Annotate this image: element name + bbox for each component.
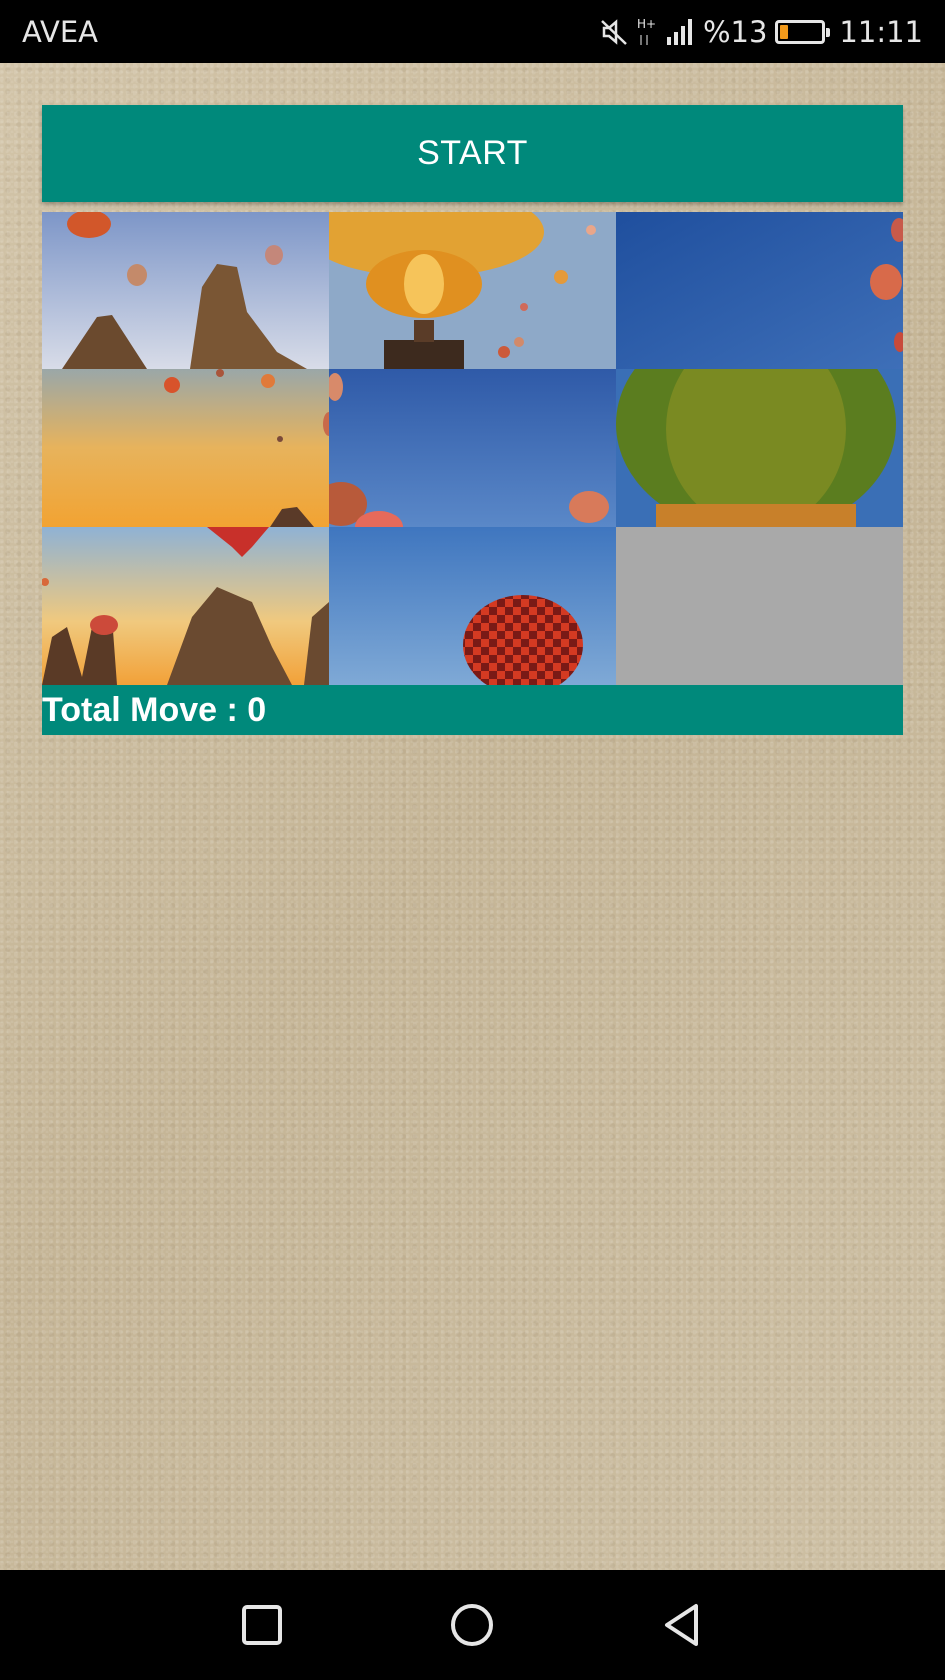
- puzzle-tile-8[interactable]: [329, 527, 616, 685]
- battery-icon: [775, 20, 831, 44]
- puzzle-tile-2[interactable]: [329, 212, 616, 369]
- start-button[interactable]: START: [42, 105, 903, 202]
- puzzle-tile-7[interactable]: [42, 527, 329, 685]
- puzzle-tile-4[interactable]: [42, 369, 329, 527]
- carrier-name: AVEA: [22, 15, 98, 49]
- battery-percent: %13: [702, 15, 768, 49]
- battery-level: [780, 25, 789, 39]
- moves-counter-bar: Total Move : 0: [42, 685, 903, 735]
- empty-tile[interactable]: [616, 527, 903, 685]
- puzzle-board: [42, 212, 903, 685]
- mute-icon: [599, 17, 629, 47]
- clock: 11:11: [839, 15, 923, 49]
- puzzle-tile-1[interactable]: [42, 212, 329, 369]
- navigation-bar: [0, 1570, 945, 1680]
- recents-square-icon[interactable]: [237, 1600, 287, 1650]
- network-label: H+: [637, 17, 656, 31]
- network-h-plus-icon: H+: [637, 15, 657, 49]
- total-moves-label: Total Move : 0: [42, 690, 267, 729]
- puzzle-screen: START Total Move: 0: [0, 63, 945, 1570]
- home-circle-icon[interactable]: [447, 1600, 497, 1650]
- status-bar: AVEA H+ %13 11:11: [0, 0, 945, 63]
- status-icons: H+ %13 11:11: [599, 12, 923, 52]
- back-triangle-icon[interactable]: [658, 1600, 708, 1650]
- signal-icon: [665, 17, 695, 47]
- puzzle-tile-5[interactable]: [329, 369, 616, 527]
- puzzle-tile-3[interactable]: [616, 212, 903, 369]
- puzzle-tile-6[interactable]: [616, 369, 903, 527]
